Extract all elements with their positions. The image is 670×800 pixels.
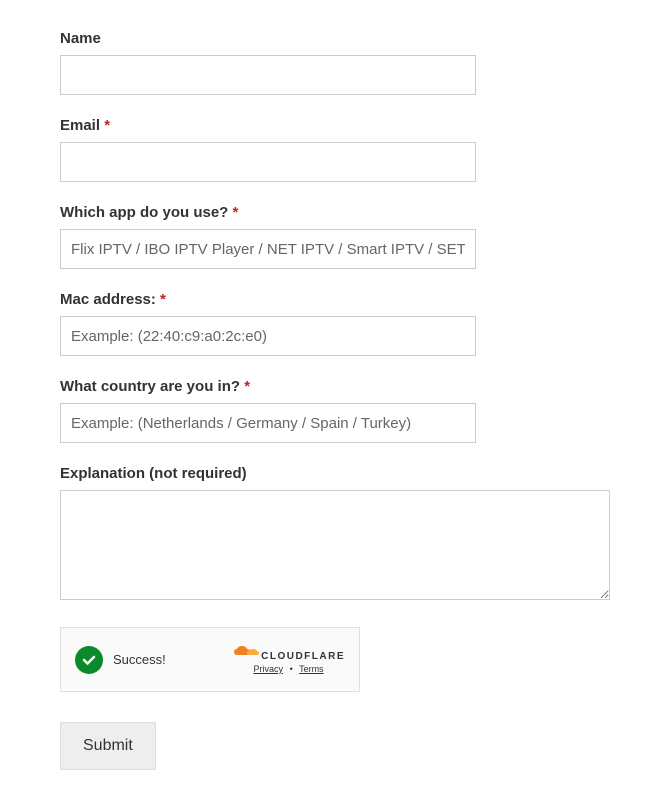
name-group: Name <box>60 30 610 95</box>
captcha-widget: Success! CLOUDFLARE Privacy • Terms <box>60 627 360 692</box>
country-input[interactable] <box>60 403 476 443</box>
country-label-text: What country are you in? <box>60 378 240 395</box>
explanation-label: Explanation (not required) <box>60 465 610 482</box>
explanation-textarea[interactable] <box>60 490 610 600</box>
country-group: What country are you in? * <box>60 378 610 443</box>
separator-dot: • <box>290 664 293 674</box>
explanation-group: Explanation (not required) <box>60 465 610 605</box>
captcha-branding: CLOUDFLARE Privacy • Terms <box>232 645 345 674</box>
name-label-text: Name <box>60 30 101 47</box>
required-marker: * <box>244 378 250 395</box>
email-label-text: Email <box>60 117 100 134</box>
required-marker: * <box>160 291 166 308</box>
cloudflare-text: CLOUDFLARE <box>261 651 345 662</box>
app-input[interactable] <box>60 229 476 269</box>
name-input[interactable] <box>60 55 476 95</box>
mac-group: Mac address: * <box>60 291 610 356</box>
country-label: What country are you in? * <box>60 378 610 395</box>
contact-form: Name Email * Which app do you use? * Mac… <box>60 30 610 770</box>
explanation-label-text: Explanation (not required) <box>60 465 247 482</box>
captcha-left: Success! <box>75 646 166 674</box>
cloudflare-icon <box>232 645 260 660</box>
success-check-icon <box>75 646 103 674</box>
privacy-link[interactable]: Privacy <box>254 664 284 674</box>
cloudflare-brand: CLOUDFLARE <box>232 645 345 662</box>
app-group: Which app do you use? * <box>60 204 610 269</box>
mac-label: Mac address: * <box>60 291 610 308</box>
submit-button[interactable]: Submit <box>60 722 156 770</box>
required-marker: * <box>104 117 110 134</box>
app-label: Which app do you use? * <box>60 204 610 221</box>
email-label: Email * <box>60 117 610 134</box>
captcha-status-text: Success! <box>113 652 166 667</box>
mac-label-text: Mac address: <box>60 291 156 308</box>
mac-input[interactable] <box>60 316 476 356</box>
email-group: Email * <box>60 117 610 182</box>
name-label: Name <box>60 30 610 47</box>
app-label-text: Which app do you use? <box>60 204 228 221</box>
required-marker: * <box>233 204 239 221</box>
captcha-links: Privacy • Terms <box>232 664 345 674</box>
email-input[interactable] <box>60 142 476 182</box>
terms-link[interactable]: Terms <box>299 664 324 674</box>
